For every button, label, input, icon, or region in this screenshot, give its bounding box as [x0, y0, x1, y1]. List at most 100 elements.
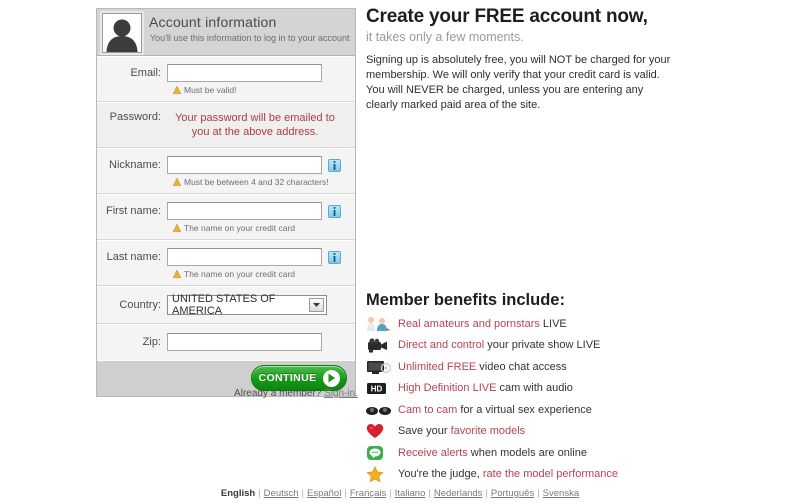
benefit-dark-6: when models are online [467, 446, 587, 459]
field-row-password: Password: Your password will be emailed … [97, 102, 355, 148]
svg-text:HD: HD [371, 385, 383, 394]
benefit-red-0: Real amateurs and pornstars [398, 317, 540, 330]
star-icon [366, 465, 398, 483]
last-name-input[interactable] [167, 248, 322, 266]
two-webcams-icon [366, 403, 398, 417]
panel-title: Account information [149, 14, 277, 30]
list-item: Cam to cam for a virtual sex experience [366, 399, 686, 421]
first-name-label: First name: [105, 205, 161, 217]
field-row-first-name: First name: The name on your credit card [97, 194, 355, 240]
nickname-label: Nickname: [109, 159, 161, 171]
language-separator: | [344, 488, 347, 499]
camcorder-icon [366, 337, 398, 353]
warning-icon [173, 270, 181, 278]
list-item-text: Direct and control your private show LIV… [398, 339, 600, 351]
list-item-text: Cam to cam for a virtual sex experience [398, 404, 592, 416]
field-row-nickname: Nickname: Must be between 4 and 32 chara… [97, 148, 355, 194]
language-link-português[interactable]: Português [491, 488, 534, 499]
field-row-email: Email: Must be valid! [97, 56, 355, 102]
benefit-red-5: favorite models [450, 425, 526, 438]
hd-badge-icon: HD [366, 381, 398, 395]
continue-button-label: CONTINUE [258, 372, 317, 384]
info-icon[interactable] [328, 158, 341, 172]
first-name-hint: The name on your credit card [173, 223, 347, 233]
benefit-dark-5: Save your [398, 425, 451, 438]
language-separator: | [428, 488, 431, 499]
nickname-input[interactable] [167, 156, 322, 174]
right-column: Create your FREE account now, it takes o… [366, 6, 678, 113]
already-member-text: Already a member? [234, 388, 322, 399]
list-item-text: Real amateurs and pornstars LIVE [398, 318, 567, 330]
email-input[interactable] [167, 64, 322, 82]
zip-label: Zip: [142, 336, 161, 348]
field-row-zip: Zip: [97, 324, 355, 360]
language-link-deutsch[interactable]: Deutsch [264, 488, 299, 499]
two-people-icon [366, 316, 398, 332]
country-select[interactable]: UNITED STATES OF AMERICA [167, 293, 327, 317]
list-item-text: You're the judge, rate the model perform… [398, 468, 618, 480]
benefit-dark-4: for a virtual sex experience [457, 403, 592, 416]
list-item: Receive alerts when models are online [366, 442, 686, 464]
user-silhouette-icon [102, 13, 142, 53]
field-row-last-name: Last name: The name on your credit card [97, 240, 355, 286]
first-name-hint-text: The name on your credit card [184, 223, 296, 233]
last-name-label: Last name: [106, 251, 161, 263]
list-item-text: Save your favorite models [398, 425, 525, 437]
language-link-français[interactable]: Français [350, 488, 386, 499]
language-separator: | [537, 488, 540, 499]
list-item-text: Unlimited FREE video chat access [398, 361, 567, 373]
list-item: Real amateurs and pornstars LIVE [366, 313, 686, 335]
list-item-text: Receive alerts when models are online [398, 447, 587, 459]
list-item: Direct and control your private show LIV… [366, 335, 686, 357]
password-note: Your password will be emailed to you at … [175, 112, 335, 138]
chevron-down-icon[interactable] [309, 298, 324, 312]
monitor-icon [366, 359, 398, 375]
last-name-hint: The name on your credit card [173, 269, 347, 279]
zip-input[interactable] [167, 333, 322, 351]
chat-bubble-icon [366, 445, 398, 461]
benefits-list: Real amateurs and pornstars LIVE Direct … [366, 313, 686, 485]
benefit-red-4: Cam to cam [398, 403, 458, 416]
signup-panel: Account information You'll use this info… [96, 8, 356, 397]
warning-icon [173, 86, 181, 94]
benefit-dark-1: your private show LIVE [484, 339, 601, 352]
info-icon[interactable] [328, 204, 341, 218]
field-row-country: Country: UNITED STATES OF AMERICA [97, 286, 355, 324]
language-link-italiano[interactable]: Italiano [395, 488, 426, 499]
benefit-dark-7: You're the judge, [398, 468, 483, 481]
email-hint: Must be valid! [173, 85, 347, 95]
already-member-line: Already a member? Sign-in. [96, 388, 358, 399]
country-selected-value: UNITED STATES OF AMERICA [172, 293, 276, 317]
list-item: Save your favorite models [366, 421, 686, 443]
panel-header: Account information You'll use this info… [97, 9, 355, 56]
language-separator: | [258, 488, 261, 499]
benefits-title: Member benefits include: [366, 291, 565, 309]
list-item: HD High Definition LIVE cam with audio [366, 378, 686, 400]
signup-blurb: Signing up is absolutely free, you will … [366, 54, 671, 111]
benefit-red-2: Unlimited FREE [398, 360, 477, 373]
benefit-dark-3: cam with audio [496, 382, 573, 395]
benefit-red-6: Receive alerts [398, 446, 468, 459]
benefit-red-3: High Definition LIVE [398, 382, 497, 395]
info-icon[interactable] [328, 250, 341, 264]
first-name-input[interactable] [167, 202, 322, 220]
page-title: Create your FREE account now, [366, 6, 648, 27]
nickname-hint-text: Must be between 4 and 32 characters! [184, 177, 329, 187]
language-link-svenska[interactable]: Svenska [543, 488, 579, 499]
list-item: Unlimited FREE video chat access [366, 356, 686, 378]
country-label: Country: [119, 299, 161, 311]
language-footer: English | Deutsch | Español | Français | Italian… [0, 488, 800, 499]
language-separator: | [389, 488, 392, 499]
list-item: You're the judge, rate the model perform… [366, 464, 686, 486]
language-link-español[interactable]: Español [307, 488, 341, 499]
sign-in-link[interactable]: Sign-in. [324, 388, 358, 399]
language-separator: | [485, 488, 488, 499]
email-label: Email: [130, 67, 161, 79]
list-item-text: High Definition LIVE cam with audio [398, 382, 573, 394]
benefit-red-1: Direct and control [398, 339, 485, 352]
play-arrow-icon [322, 369, 340, 387]
heart-icon [366, 423, 398, 439]
language-link-nederlands[interactable]: Nederlands [434, 488, 483, 499]
benefit-dark-2: video chat access [476, 360, 567, 373]
nickname-hint: Must be between 4 and 32 characters! [173, 177, 347, 187]
